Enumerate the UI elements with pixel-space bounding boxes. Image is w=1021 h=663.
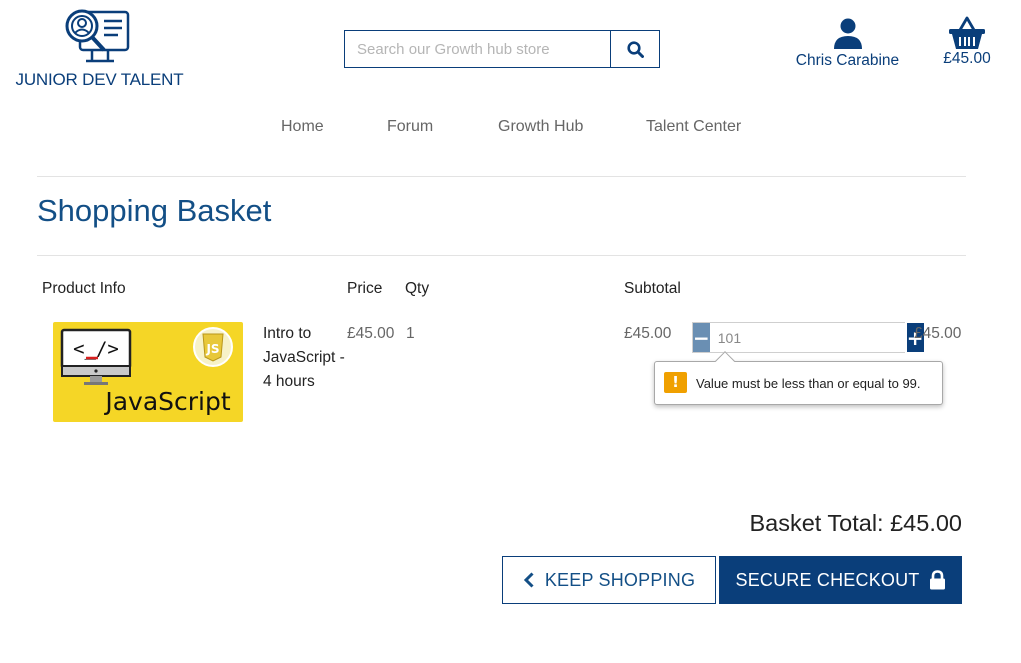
- header-product-info: Product Info: [42, 280, 126, 297]
- header-price: Price: [347, 280, 383, 297]
- page-title: Shopping Basket: [37, 193, 272, 228]
- warning-icon: !: [664, 372, 687, 393]
- brand-name: JUNIOR DEV TALENT: [15, 70, 184, 89]
- divider: [37, 176, 966, 177]
- main-nav: Home Forum Growth Hub Talent Center: [0, 118, 1021, 140]
- validation-tooltip: ! Value must be less than or equal to 99…: [654, 351, 943, 405]
- user-account[interactable]: Chris Carabine: [790, 18, 905, 70]
- user-icon: [833, 18, 862, 49]
- line-total: £45.00: [914, 325, 962, 342]
- search-icon: [626, 40, 644, 58]
- basket-total: £45.00: [943, 50, 991, 67]
- secure-checkout-label: SECURE CHECKOUT: [735, 569, 920, 590]
- product-qty: 1: [406, 325, 415, 342]
- quantity-stepper: − +: [692, 322, 924, 353]
- product-name[interactable]: Intro to JavaScript - 4 hours: [263, 322, 347, 394]
- secure-checkout-button[interactable]: SECURE CHECKOUT: [719, 556, 962, 604]
- brand-logo[interactable]: JUNIOR DEV TALENT: [12, 8, 187, 92]
- header-subtotal: Subtotal: [624, 280, 681, 297]
- keep-shopping-label: KEEP SHOPPING: [544, 569, 696, 590]
- nav-item-growth-hub[interactable]: Growth Hub: [498, 118, 583, 136]
- nav-item-talent-center[interactable]: Talent Center: [646, 118, 741, 136]
- quantity-input[interactable]: [709, 323, 907, 352]
- search-button[interactable]: [610, 31, 659, 67]
- header-qty: Qty: [405, 280, 430, 297]
- chevron-left-icon: [523, 572, 534, 588]
- product-price: £45.00: [347, 325, 395, 342]
- product-image[interactable]: <_/> JS JavaScript: [53, 322, 243, 422]
- basket-icon: [949, 16, 985, 49]
- divider: [37, 255, 966, 256]
- validation-message: Value must be less than or equal to 99.: [696, 376, 921, 391]
- keep-shopping-button[interactable]: KEEP SHOPPING: [502, 556, 716, 604]
- decrease-quantity-button[interactable]: −: [693, 323, 710, 352]
- js-badge: JS: [205, 342, 219, 356]
- person-magnifier-monitor-icon: [65, 9, 130, 63]
- user-name: Chris Carabine: [795, 52, 900, 69]
- code-glyph: <_/>: [73, 338, 119, 360]
- javascript-course-image: <_/> JS JavaScript: [60, 327, 233, 416]
- lock-icon: [929, 570, 945, 590]
- search-input[interactable]: [345, 31, 610, 67]
- basket-total-summary: Basket Total: £45.00: [749, 510, 962, 536]
- nav-item-forum[interactable]: Forum: [387, 118, 433, 136]
- search-bar: [344, 30, 660, 68]
- product-image-caption: JavaScript: [103, 387, 231, 416]
- basket-link[interactable]: £45.00: [935, 16, 999, 68]
- product-subtotal: £45.00: [624, 325, 672, 342]
- nav-item-home[interactable]: Home: [281, 118, 324, 136]
- tooltip-arrow: [715, 351, 735, 371]
